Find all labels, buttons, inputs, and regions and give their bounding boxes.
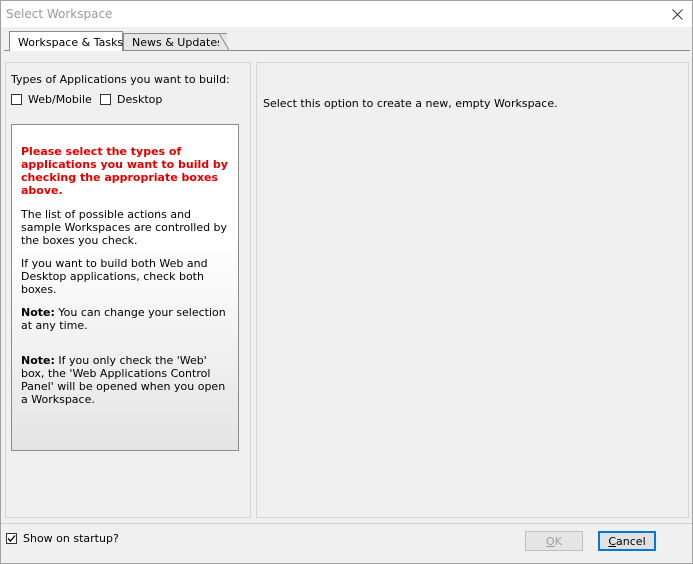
note-prefix: Note: (21, 306, 55, 319)
show-on-startup-label: Show on startup? (23, 532, 119, 545)
info-note-2: Note: If you only check the 'Web' box, t… (21, 354, 230, 406)
ok-label-rest: K (554, 534, 562, 548)
tab-workspace-tasks[interactable]: Workspace & Tasks (9, 31, 123, 51)
web-mobile-label: Web/Mobile (28, 93, 92, 106)
types-label: Types of Applications you want to build: (11, 73, 230, 86)
cancel-button[interactable]: Cancel (598, 531, 656, 551)
action-description: Select this option to create a new, empt… (263, 97, 558, 110)
tab-strip: Workspace & Tasks News & Updates (7, 31, 687, 51)
cancel-accelerator: C (608, 534, 617, 548)
ok-accelerator: O (546, 534, 555, 548)
select-workspace-dialog: Select Workspace Workspace & Tasks News … (0, 0, 693, 564)
window-title: Select Workspace (6, 7, 113, 21)
ok-button[interactable]: OK (525, 531, 583, 551)
desktop-checkbox-row[interactable]: Desktop (100, 93, 162, 106)
application-types-panel: Types of Applications you want to build:… (5, 62, 251, 518)
info-paragraph-1: The list of possible actions and sample … (21, 208, 228, 247)
close-icon (671, 8, 683, 20)
web-mobile-checkbox[interactable] (11, 94, 22, 105)
close-button[interactable] (662, 1, 692, 27)
checkmark-icon (7, 535, 16, 542)
info-box: Please select the types of applications … (11, 124, 239, 451)
web-mobile-checkbox-row[interactable]: Web/Mobile (11, 93, 92, 106)
show-on-startup-row[interactable]: Show on startup? (6, 532, 119, 545)
title-bar: Select Workspace (1, 1, 692, 27)
show-on-startup-checkbox[interactable] (6, 533, 17, 544)
info-paragraph-2: If you want to build both Web and Deskto… (21, 257, 208, 296)
footer-divider (1, 523, 692, 524)
desktop-label: Desktop (117, 93, 163, 106)
tab-edge-decoration (219, 33, 229, 50)
action-description-panel: Select this option to create a new, empt… (256, 62, 689, 518)
desktop-checkbox[interactable] (100, 94, 111, 105)
warning-text: Please select the types of applications … (21, 145, 228, 197)
info-note-1: Note: You can change your selection at a… (21, 306, 230, 332)
cancel-label-rest: ancel (616, 534, 646, 548)
note-prefix: Note: (21, 354, 55, 367)
tab-news-updates[interactable]: News & Updates (123, 33, 227, 50)
